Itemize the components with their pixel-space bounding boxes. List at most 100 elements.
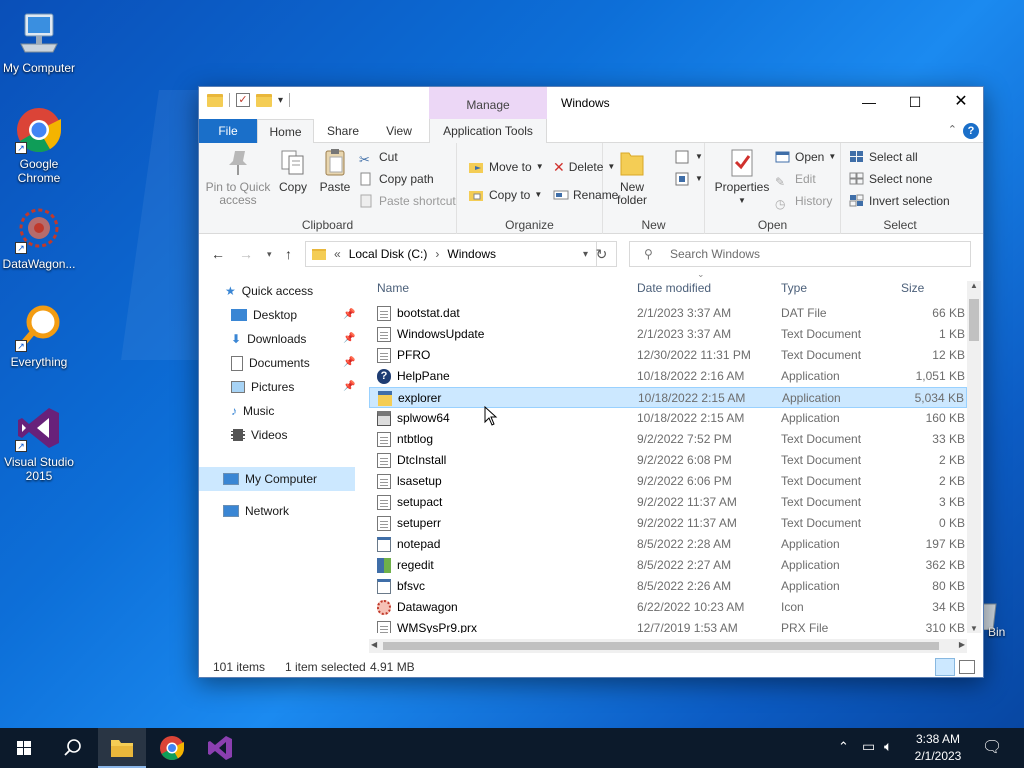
show-hidden-icons-icon[interactable]: ⌃ <box>838 739 849 768</box>
nav-item-documents[interactable]: Documents <box>231 351 310 375</box>
open-button[interactable]: Open ▼ <box>775 147 836 167</box>
copy-to-button[interactable]: Copy to ▼ <box>469 185 542 205</box>
select-all-button[interactable]: Select all <box>849 147 918 167</box>
taskbar-chrome[interactable] <box>148 728 196 768</box>
vertical-scrollbar[interactable]: ▲ ▼ <box>967 281 981 633</box>
file-row[interactable]: WMSysPr9.prx 12/7/2019 1:53 AM PRX File 310… <box>369 618 967 633</box>
customize-qat-icon[interactable]: ▾ <box>278 95 283 106</box>
nav-item-videos[interactable]: Videos <box>231 423 287 447</box>
help-icon[interactable]: ? <box>963 123 979 139</box>
paste-button[interactable]: Paste <box>315 147 355 194</box>
breadcrumb-local-disk[interactable]: Local Disk (C:) <box>349 247 428 261</box>
close-button[interactable]: ✕ <box>938 87 983 117</box>
history-button[interactable]: ◷ History <box>775 191 832 211</box>
nav-item-network[interactable]: Network <box>223 499 289 523</box>
pin-icon[interactable]: 📌 <box>343 333 355 344</box>
file-row[interactable]: DtcInstall 9/2/2022 6:08 PM Text Document 2… <box>369 450 967 471</box>
column-header-name[interactable]: Name <box>377 275 409 301</box>
pin-icon[interactable]: 📌 <box>343 381 355 392</box>
desktop-icon-datawagon[interactable]: ↗ DataWagon... <box>0 206 78 271</box>
recent-locations-icon[interactable]: ▾ <box>267 249 272 260</box>
nav-item-quick-access[interactable]: ★ Quick access <box>225 279 313 303</box>
maximize-button[interactable]: ☐ <box>892 87 938 117</box>
scroll-up-icon[interactable]: ▲ <box>970 281 978 290</box>
breadcrumb-windows[interactable]: Windows <box>447 247 496 261</box>
horizontal-scrollbar[interactable]: ◀ ▶ <box>369 639 967 653</box>
scroll-thumb[interactable] <box>383 642 939 650</box>
back-arrow-icon[interactable]: ← <box>211 246 225 262</box>
start-button[interactable] <box>0 728 48 768</box>
paste-shortcut-button[interactable]: Paste shortcut <box>359 191 456 211</box>
properties-button[interactable]: Properties ▼ <box>709 147 775 207</box>
taskbar-search-button[interactable] <box>48 728 96 768</box>
desktop-icon-visual-studio[interactable]: ↗ Visual Studio 2015 <box>0 404 78 483</box>
file-row[interactable]: explorer 10/18/2022 2:15 AM Application 5,0… <box>369 387 967 408</box>
up-arrow-icon[interactable]: ↑ <box>285 246 292 262</box>
file-row[interactable]: setuperr 9/2/2022 11:37 AM Text Document 0 … <box>369 513 967 534</box>
scroll-right-icon[interactable]: ▶ <box>959 640 965 649</box>
tab-view[interactable]: View <box>379 119 419 143</box>
cut-button[interactable]: ✂ Cut <box>359 147 398 167</box>
new-folder-icon[interactable] <box>256 93 272 107</box>
minimize-button[interactable]: — <box>846 87 892 117</box>
breadcrumb-overflow[interactable]: « <box>334 247 341 261</box>
copy-button[interactable]: Copy <box>273 147 313 194</box>
desktop-icon-everything[interactable]: ↗ Everything <box>0 304 78 369</box>
file-row[interactable]: notepad 8/5/2022 2:28 AM Application 197 KB <box>369 534 967 555</box>
file-row[interactable]: splwow64 10/18/2022 2:15 AM Application 160… <box>369 408 967 429</box>
nav-item-pictures[interactable]: Pictures <box>231 375 294 399</box>
select-none-button[interactable]: Select none <box>849 169 932 189</box>
file-row[interactable]: setupact 9/2/2022 11:37 AM Text Document 3 … <box>369 492 967 513</box>
column-header-size[interactable]: Size <box>901 275 924 301</box>
tab-file[interactable]: File <box>199 119 257 143</box>
forward-arrow-icon[interactable]: → <box>239 246 253 262</box>
scroll-thumb[interactable] <box>969 299 979 341</box>
file-row[interactable]: bfsvc 8/5/2022 2:26 AM Application 80 KB <box>369 576 967 597</box>
pin-icon[interactable]: 📌 <box>343 357 355 368</box>
tab-manage[interactable]: Manage <box>429 87 547 119</box>
clock[interactable]: 3:38 AM 2/1/2023 <box>900 731 976 765</box>
file-row[interactable]: regedit 8/5/2022 2:27 AM Application 362 KB <box>369 555 967 576</box>
refresh-button[interactable]: ↻ <box>587 241 617 267</box>
large-icons-view-icon[interactable] <box>959 660 975 674</box>
file-row[interactable]: ntbtlog 9/2/2022 7:52 PM Text Document 33 K… <box>369 429 967 450</box>
notifications-icon[interactable]: 🗨︎ <box>982 737 1002 768</box>
properties-check-icon[interactable]: ✓ <box>236 93 250 107</box>
easy-access-button[interactable]: ▼ <box>675 169 703 189</box>
file-row[interactable]: WindowsUpdate 2/1/2023 3:37 AM Text Docume… <box>369 324 967 345</box>
title-bar[interactable]: ✓ ▾ Manage Windows — ☐ ✕ <box>199 87 983 119</box>
nav-item-my-computer[interactable]: My Computer <box>223 467 317 491</box>
edit-button[interactable]: ✎ Edit <box>775 169 816 189</box>
address-bar[interactable]: « Local Disk (C:) › Windows ▾ <box>305 241 597 267</box>
tab-application-tools[interactable]: Application Tools <box>429 119 547 143</box>
file-row[interactable]: bootstat.dat 2/1/2023 3:37 AM DAT File 66 K… <box>369 303 967 324</box>
desktop-icon-my-computer[interactable]: My Computer <box>0 10 78 75</box>
scroll-left-icon[interactable]: ◀ <box>371 640 377 649</box>
pin-to-quick-access-button[interactable]: Pin to Quick access <box>205 147 271 207</box>
search-input[interactable]: ⚲ Search Windows <box>629 241 971 267</box>
copy-path-button[interactable]: Copy path <box>359 169 434 189</box>
collapse-ribbon-icon[interactable]: ⌃ <box>948 123 957 136</box>
volume-icon[interactable]: 🔈︎ <box>884 738 892 768</box>
new-folder-button[interactable]: New folder <box>611 147 653 207</box>
file-row[interactable]: PFRO 12/30/2022 11:31 PM Text Document 12 K… <box>369 345 967 366</box>
taskbar-visual-studio[interactable] <box>196 728 244 768</box>
network-icon[interactable]: ▭ <box>862 738 875 768</box>
new-item-button[interactable]: ▼ <box>675 147 703 167</box>
taskbar-file-explorer[interactable] <box>98 728 146 768</box>
nav-item-music[interactable]: ♪ Music <box>231 399 274 423</box>
nav-item-downloads[interactable]: ⬇ Downloads <box>231 327 306 351</box>
tab-home[interactable]: Home <box>257 119 314 144</box>
nav-item-desktop[interactable]: Desktop <box>231 303 297 327</box>
desktop-icon-google-chrome[interactable]: ↗ Google Chrome <box>0 106 78 185</box>
invert-selection-button[interactable]: Invert selection <box>849 191 950 211</box>
column-header-type[interactable]: Type <box>781 275 807 301</box>
file-row[interactable]: lsasetup 9/2/2022 6:06 PM Text Document 2 K… <box>369 471 967 492</box>
file-row[interactable]: ? HelpPane 10/18/2022 2:16 AM Application 1,… <box>369 366 967 387</box>
details-view-icon[interactable] <box>935 658 955 676</box>
pin-icon[interactable]: 📌 <box>343 309 355 320</box>
file-row[interactable]: Datawagon 6/22/2022 10:23 AM Icon 34 KB <box>369 597 967 618</box>
scroll-down-icon[interactable]: ▼ <box>970 624 978 633</box>
tab-share[interactable]: Share <box>324 119 362 143</box>
move-to-button[interactable]: Move to ▼ <box>469 157 544 177</box>
